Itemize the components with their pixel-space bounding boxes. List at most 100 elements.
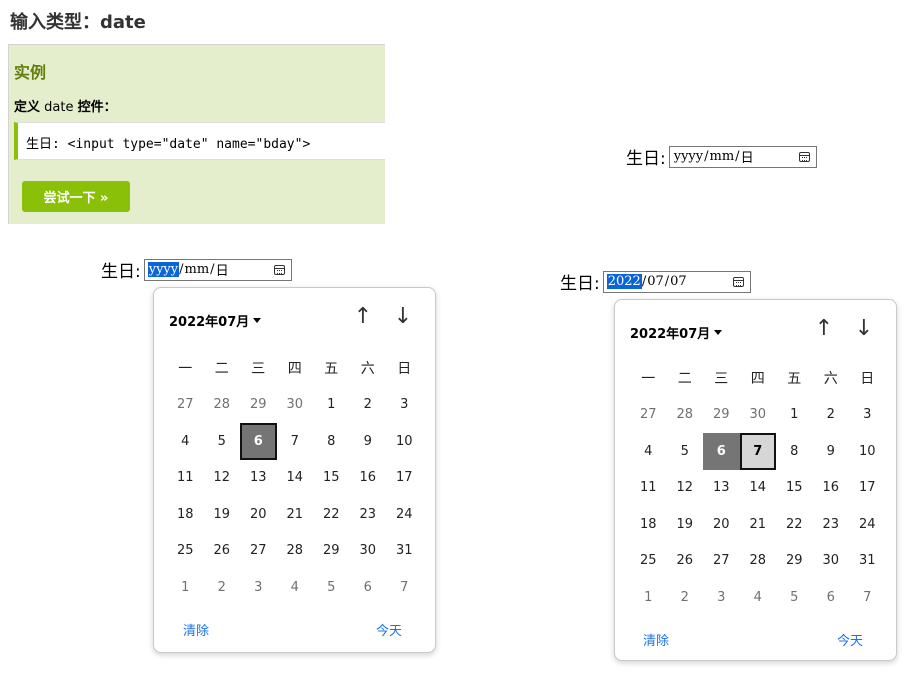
day-cell[interactable]: 16 — [350, 460, 387, 497]
day-cell[interactable]: 4 — [167, 423, 204, 460]
day-cell[interactable]: 29 — [240, 387, 277, 424]
day-cell[interactable]: 6 — [350, 569, 387, 606]
day-cell[interactable]: 7 — [277, 423, 314, 460]
day-cell[interactable]: 10 — [849, 433, 886, 470]
day-cell[interactable]: 23 — [813, 506, 850, 543]
day-cell[interactable]: 1 — [630, 579, 667, 616]
day-cell[interactable]: 14 — [277, 460, 314, 497]
day-cell[interactable]: 11 — [630, 470, 667, 507]
day-cell[interactable]: 3 — [240, 569, 277, 606]
day-cell[interactable]: 19 — [667, 506, 704, 543]
month-segment[interactable]: mm — [184, 262, 211, 277]
year-segment[interactable]: yyyy — [673, 149, 704, 164]
day-cell[interactable]: 24 — [386, 496, 423, 533]
day-cell[interactable]: 12 — [204, 460, 241, 497]
day-cell[interactable]: 17 — [386, 460, 423, 497]
day-cell[interactable]: 30 — [350, 533, 387, 570]
day-cell[interactable]: 26 — [667, 543, 704, 580]
day-cell[interactable]: 5 — [776, 579, 813, 616]
month-segment[interactable]: 07 — [646, 274, 665, 289]
day-cell[interactable]: 18 — [630, 506, 667, 543]
day-cell[interactable]: 4 — [277, 569, 314, 606]
month-year-selector[interactable]: 2022年07月 — [169, 311, 262, 330]
date-input[interactable]: yyyy / mm / 日 — [143, 258, 292, 281]
day-cell[interactable]: 5 — [667, 433, 704, 470]
day-cell[interactable]: 28 — [667, 397, 704, 434]
day-cell[interactable]: 30 — [813, 543, 850, 580]
day-cell[interactable]: 23 — [350, 496, 387, 533]
try-it-button[interactable]: 尝试一下 » — [22, 181, 130, 212]
day-cell[interactable]: 2 — [350, 387, 387, 424]
day-cell[interactable]: 3 — [703, 579, 740, 616]
day-cell[interactable]: 15 — [776, 470, 813, 507]
day-cell[interactable]: 21 — [277, 496, 314, 533]
month-segment[interactable]: mm — [709, 149, 736, 164]
day-cell[interactable]: 2 — [667, 579, 704, 616]
day-cell[interactable]: 29 — [703, 397, 740, 434]
day-cell[interactable]: 30 — [740, 397, 777, 434]
day-cell[interactable]: 1 — [167, 569, 204, 606]
date-input[interactable]: 2022/07/07 — [602, 270, 751, 293]
day-cell[interactable]: 5 — [204, 423, 241, 460]
day-cell[interactable]: 27 — [630, 397, 667, 434]
day-cell[interactable]: 29 — [776, 543, 813, 580]
day-segment[interactable]: 07 — [669, 274, 688, 289]
day-cell[interactable]: 25 — [630, 543, 667, 580]
day-cell[interactable]: 9 — [350, 423, 387, 460]
day-cell[interactable]: 22 — [776, 506, 813, 543]
date-input[interactable]: yyyy / mm / 日 — [668, 145, 817, 168]
next-month-button[interactable]: ↓ — [852, 316, 876, 341]
day-cell[interactable]: 14 — [740, 470, 777, 507]
day-cell[interactable]: 6 — [703, 433, 740, 470]
day-cell[interactable]: 26 — [204, 533, 241, 570]
day-cell[interactable]: 21 — [740, 506, 777, 543]
today-button[interactable]: 今天 — [376, 620, 402, 639]
day-cell[interactable]: 5 — [313, 569, 350, 606]
day-cell[interactable]: 19 — [204, 496, 241, 533]
day-cell[interactable]: 2 — [204, 569, 241, 606]
clear-button[interactable]: 清除 — [643, 630, 669, 649]
day-cell[interactable]: 9 — [813, 433, 850, 470]
calendar-icon[interactable] — [732, 276, 744, 287]
day-cell[interactable]: 30 — [277, 387, 314, 424]
day-cell[interactable]: 20 — [703, 506, 740, 543]
day-cell[interactable]: 24 — [849, 506, 886, 543]
day-cell[interactable]: 12 — [667, 470, 704, 507]
day-cell[interactable]: 11 — [167, 460, 204, 497]
day-cell[interactable]: 4 — [630, 433, 667, 470]
year-segment[interactable]: 2022 — [606, 274, 642, 289]
calendar-icon[interactable] — [273, 264, 285, 275]
next-month-button[interactable]: ↓ — [391, 304, 415, 329]
day-cell[interactable]: 13 — [703, 470, 740, 507]
month-year-selector[interactable]: 2022年07月 — [630, 323, 723, 342]
day-cell[interactable]: 6 — [240, 423, 277, 460]
day-cell[interactable]: 7 — [739, 433, 776, 470]
clear-button[interactable]: 清除 — [183, 620, 209, 639]
day-cell[interactable]: 27 — [167, 387, 204, 424]
previous-month-button[interactable]: ↑ — [351, 304, 375, 329]
day-cell[interactable]: 8 — [776, 433, 813, 470]
day-cell[interactable]: 22 — [313, 496, 350, 533]
day-cell[interactable]: 27 — [703, 543, 740, 580]
day-cell[interactable]: 4 — [740, 579, 777, 616]
day-cell[interactable]: 31 — [386, 533, 423, 570]
day-cell[interactable]: 1 — [776, 397, 813, 434]
day-cell[interactable]: 1 — [313, 387, 350, 424]
day-cell[interactable]: 3 — [386, 387, 423, 424]
day-cell[interactable]: 6 — [813, 579, 850, 616]
day-cell[interactable]: 31 — [849, 543, 886, 580]
day-cell[interactable]: 20 — [240, 496, 277, 533]
day-cell[interactable]: 18 — [167, 496, 204, 533]
day-cell[interactable]: 15 — [313, 460, 350, 497]
day-cell[interactable]: 7 — [386, 569, 423, 606]
day-cell[interactable]: 17 — [849, 470, 886, 507]
day-cell[interactable]: 3 — [849, 397, 886, 434]
day-cell[interactable]: 13 — [240, 460, 277, 497]
day-cell[interactable]: 28 — [277, 533, 314, 570]
day-cell[interactable]: 28 — [204, 387, 241, 424]
year-segment[interactable]: yyyy — [147, 262, 180, 277]
day-cell[interactable]: 28 — [740, 543, 777, 580]
day-cell[interactable]: 29 — [313, 533, 350, 570]
today-button[interactable]: 今天 — [837, 630, 863, 649]
calendar-icon[interactable] — [798, 151, 810, 162]
